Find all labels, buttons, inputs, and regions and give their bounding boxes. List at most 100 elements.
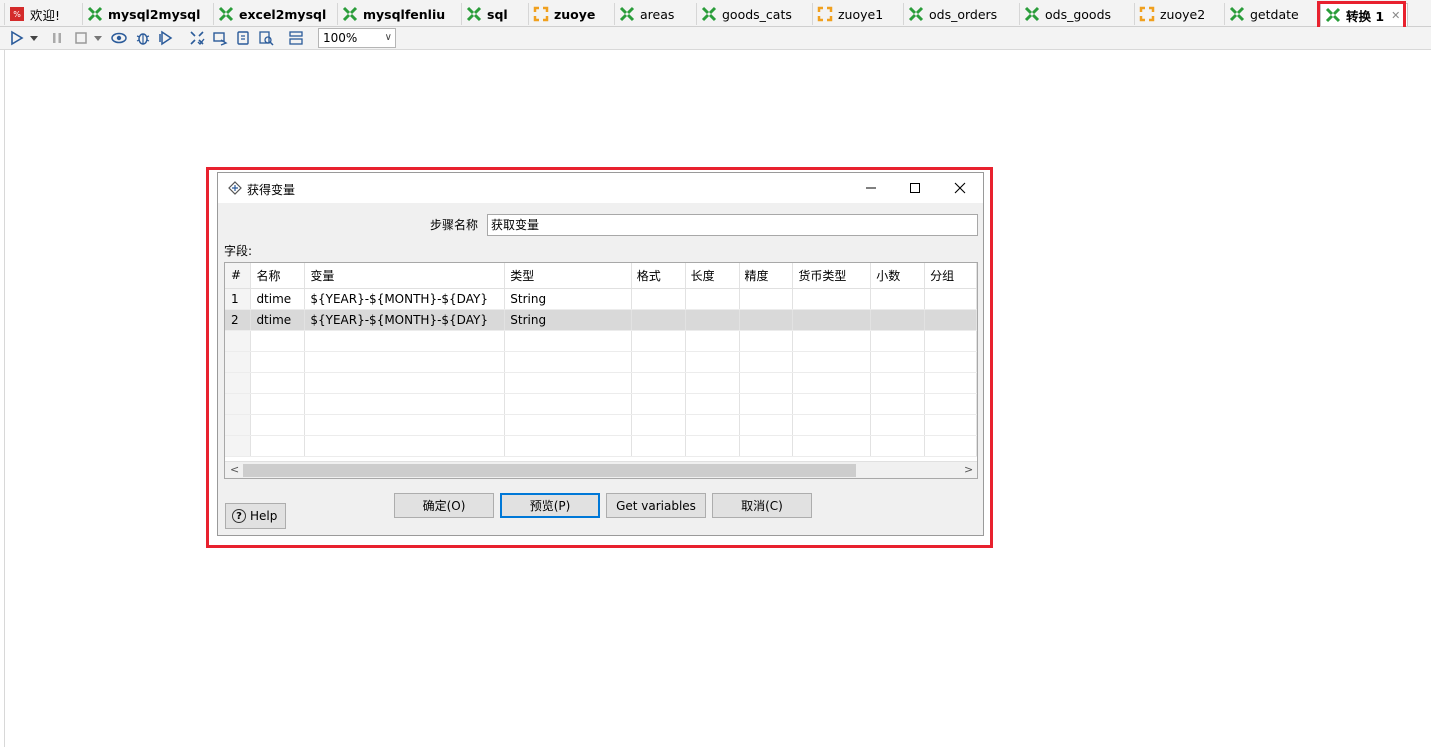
sql-button[interactable] — [234, 29, 252, 47]
cancel-button[interactable]: 取消(C) — [712, 493, 812, 518]
transformation-toolbar: 100% ∨ — [0, 27, 1431, 50]
tab-welcome[interactable]: % 欢迎! — [4, 3, 82, 25]
scroll-right-icon[interactable]: > — [964, 463, 973, 476]
dialog-title: 获得变量 — [247, 183, 296, 197]
step-name-input[interactable]: 获取变量 — [487, 214, 978, 236]
preview-dialog-button[interactable]: 预览(P) — [500, 493, 600, 518]
replay-button[interactable] — [157, 29, 175, 47]
table-cell[interactable] — [631, 288, 686, 310]
transformation-icon — [342, 6, 358, 22]
preview-button-label: 预览(P) — [529, 499, 571, 513]
zoom-value: 100% — [323, 31, 358, 45]
zoom-select[interactable]: 100% ∨ — [318, 28, 396, 48]
stop-button[interactable] — [72, 29, 90, 47]
fields-label: 字段: — [224, 244, 253, 258]
tab-label: areas — [640, 6, 675, 22]
table-row[interactable]: 1 dtime ${YEAR}-${MONTH}-${DAY} String — [225, 288, 977, 310]
preview-icon — [111, 32, 127, 44]
column-header-currency[interactable]: 货币类型 — [792, 263, 872, 289]
table-cell[interactable]: ${YEAR}-${MONTH}-${DAY} — [304, 288, 506, 310]
show-results-button[interactable] — [287, 29, 305, 47]
tab-zuoye2[interactable]: zuoye2 — [1134, 3, 1224, 25]
minimize-button[interactable] — [860, 178, 882, 198]
table-cell[interactable]: dtime — [250, 309, 306, 331]
job-icon — [1139, 6, 1155, 22]
table-cell[interactable] — [870, 288, 926, 310]
minimize-icon — [866, 187, 876, 189]
horizontal-scrollbar[interactable]: < > — [225, 461, 977, 478]
empty-row — [225, 435, 977, 457]
tab-sql[interactable]: sql — [461, 3, 528, 25]
run-options-dropdown[interactable] — [29, 29, 39, 47]
transformation-icon — [701, 6, 717, 22]
step-name-value: 获取变量 — [491, 218, 540, 232]
table-cell[interactable] — [924, 288, 977, 310]
cancel-button-label: 取消(C) — [741, 499, 783, 513]
column-header-index[interactable]: # — [225, 263, 252, 289]
get-variables-button[interactable]: Get variables — [606, 493, 706, 518]
run-button[interactable] — [8, 29, 26, 47]
tab-zuoye[interactable]: zuoye — [528, 3, 614, 25]
tab-label: zuoye2 — [1160, 6, 1206, 22]
explore-db-button[interactable] — [257, 29, 275, 47]
column-header-decimal[interactable]: 小数 — [870, 263, 926, 289]
tab-label: sql — [487, 6, 508, 22]
tab-ods-orders[interactable]: ods_orders — [903, 3, 1019, 25]
tab-excel2mysql[interactable]: excel2mysql — [213, 3, 337, 25]
verify-button[interactable] — [188, 29, 206, 47]
impact-button[interactable] — [211, 29, 229, 47]
table-cell[interactable]: ${YEAR}-${MONTH}-${DAY} — [304, 309, 506, 331]
column-header-name[interactable]: 名称 — [250, 263, 306, 289]
get-variables-label: Get variables — [616, 498, 696, 513]
table-cell[interactable] — [685, 288, 740, 310]
empty-row — [225, 372, 977, 394]
maximize-button[interactable] — [904, 178, 926, 198]
pause-button[interactable] — [48, 29, 66, 47]
column-header-type[interactable]: 类型 — [504, 263, 632, 289]
table-cell[interactable]: String — [504, 309, 632, 331]
column-header-precision[interactable]: 精度 — [739, 263, 794, 289]
stop-options-dropdown[interactable] — [93, 29, 103, 47]
table-cell[interactable] — [792, 288, 872, 310]
preview-button[interactable] — [110, 29, 128, 47]
ok-button-label: 确定(O) — [422, 499, 466, 513]
debug-button[interactable] — [134, 29, 152, 47]
dialog-titlebar[interactable]: 获得变量 — [218, 173, 983, 203]
help-button[interactable]: ? Help — [225, 503, 286, 529]
table-row-selected[interactable]: 2 dtime ${YEAR}-${MONTH}-${DAY} String — [225, 309, 977, 331]
impact-icon — [213, 32, 228, 46]
table-cell[interactable] — [924, 309, 977, 331]
sql-icon — [237, 31, 249, 45]
tab-zuoye1[interactable]: zuoye1 — [812, 3, 903, 25]
column-header-format[interactable]: 格式 — [631, 263, 686, 289]
table-cell[interactable] — [685, 309, 740, 331]
close-button[interactable] — [949, 178, 971, 198]
tab-mysql2mysql[interactable]: mysql2mysql — [82, 3, 213, 25]
column-header-length[interactable]: 长度 — [685, 263, 740, 289]
table-cell[interactable] — [739, 309, 794, 331]
scroll-left-icon[interactable]: < — [230, 463, 239, 476]
tab-mysqlfenliu[interactable]: mysqlfenliu — [337, 3, 461, 25]
scrollbar-thumb[interactable] — [243, 464, 856, 477]
tab-ods-goods[interactable]: ods_goods — [1019, 3, 1134, 25]
help-icon: ? — [232, 509, 246, 523]
column-header-group[interactable]: 分组 — [924, 263, 977, 289]
table-cell[interactable] — [792, 309, 872, 331]
table-cell[interactable]: dtime — [250, 288, 306, 310]
close-icon — [954, 182, 966, 194]
tab-areas[interactable]: areas — [614, 3, 696, 25]
table-cell[interactable]: String — [504, 288, 632, 310]
replay-icon — [159, 30, 173, 46]
tab-goods-cats[interactable]: goods_cats — [696, 3, 812, 25]
ok-button[interactable]: 确定(O) — [394, 493, 494, 518]
column-header-variable[interactable]: 变量 — [304, 263, 506, 289]
table-cell[interactable]: 2 — [225, 309, 252, 331]
tab-label: zuoye1 — [838, 6, 884, 22]
tab-label: excel2mysql — [239, 6, 327, 22]
table-cell[interactable] — [631, 309, 686, 331]
table-cell[interactable] — [739, 288, 794, 310]
table-cell[interactable] — [870, 309, 926, 331]
tab-getdate[interactable]: getdate — [1224, 3, 1319, 25]
table-cell[interactable]: 1 — [225, 288, 252, 310]
empty-row — [225, 330, 977, 352]
